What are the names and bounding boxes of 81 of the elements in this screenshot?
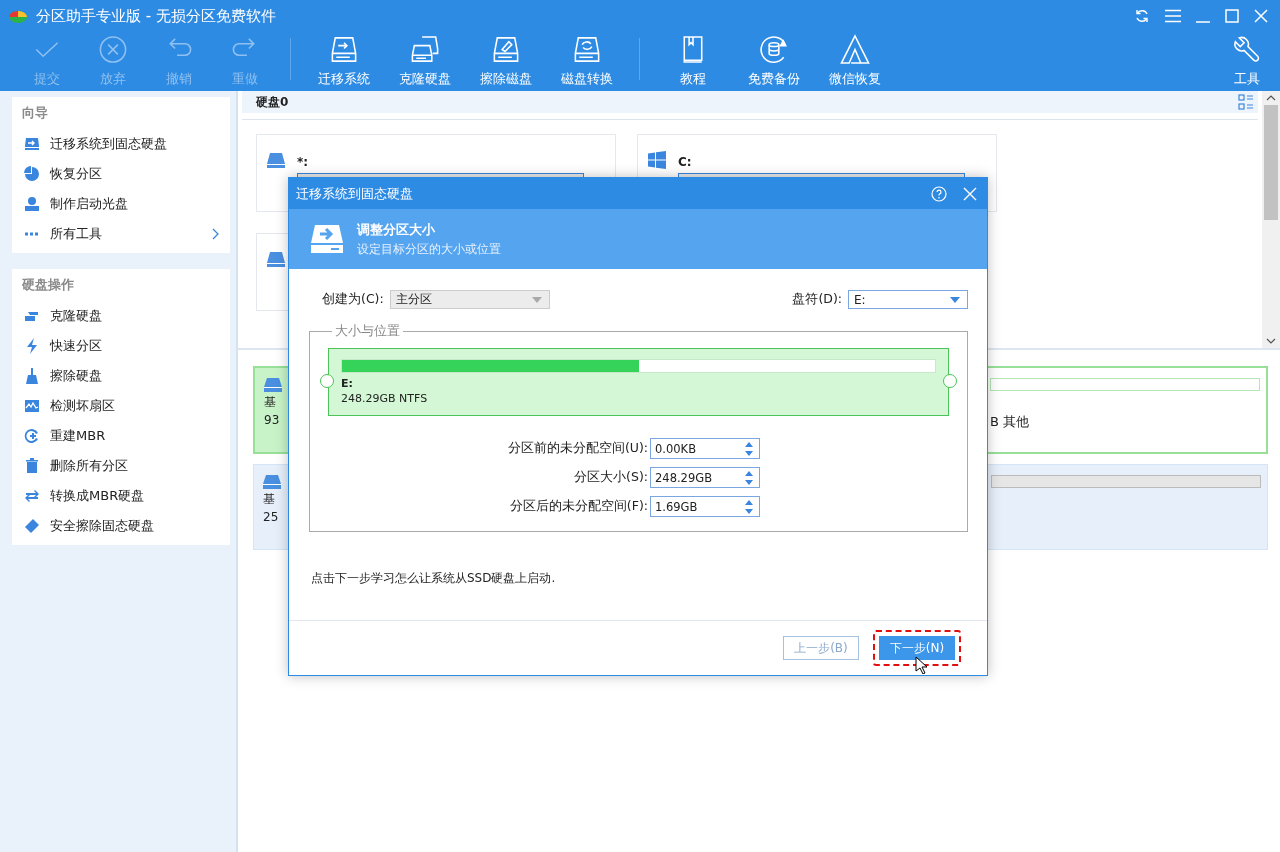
sidebar-item[interactable]: 所有工具 bbox=[12, 219, 230, 249]
menu-icon[interactable] bbox=[1165, 9, 1181, 23]
view-toggle-icon[interactable] bbox=[1238, 94, 1254, 110]
size-spin-field[interactable]: 1.69GB bbox=[650, 496, 760, 517]
sidebar-item[interactable]: 擦除硬盘 bbox=[12, 361, 230, 391]
sidebar-item[interactable]: 迁移系统到固态硬盘 bbox=[12, 129, 230, 159]
lightning-icon bbox=[24, 338, 40, 354]
pie-icon bbox=[24, 166, 40, 182]
convert-icon bbox=[24, 488, 40, 504]
dialog-title: 迁移系统到固态硬盘 bbox=[296, 184, 414, 203]
section-title: 向导 bbox=[21, 104, 49, 122]
field-label: 分区前的未分配空间(U): bbox=[507, 440, 648, 457]
disk-size: 25 bbox=[263, 510, 280, 524]
spin-arrows-icon bbox=[745, 441, 753, 456]
broom-icon bbox=[24, 368, 40, 384]
section-title: 硬盘操作 bbox=[21, 276, 75, 294]
scroll-down-icon[interactable] bbox=[1266, 338, 1276, 344]
dialog-heading: 调整分区大小 bbox=[357, 220, 436, 239]
app-logo-icon bbox=[8, 8, 28, 24]
window-title: 分区助手专业版 - 无损分区免费软件 bbox=[36, 6, 276, 26]
size-spin-field[interactable]: 248.29GB bbox=[650, 467, 760, 488]
disk-arrow-icon bbox=[24, 136, 40, 152]
partition-info: B 其他 bbox=[990, 413, 1031, 431]
sidebar-item[interactable]: 快速分区 bbox=[12, 331, 230, 361]
sidebar-item[interactable]: 克隆硬盘 bbox=[12, 301, 230, 331]
group-label: 大小与位置 bbox=[334, 323, 401, 340]
sidebar-item[interactable]: 检测坏扇区 bbox=[12, 391, 230, 421]
sidebar-item[interactable]: 删除所有分区 bbox=[12, 451, 230, 481]
partition-label: C: bbox=[678, 155, 693, 169]
sidebar-item[interactable]: 安全擦除固态硬盘 bbox=[12, 511, 230, 541]
toolbar-button[interactable]: 微信恢复 bbox=[814, 32, 895, 88]
hint-text: 点击下一步学习怎么让系统从SSD硬盘上启动. bbox=[311, 570, 557, 587]
disk-name: 基 bbox=[263, 491, 276, 508]
refresh-icon[interactable] bbox=[1134, 8, 1150, 24]
dialog-subheading: 设定目标分区的大小或位置 bbox=[357, 240, 501, 258]
triangle-logo-icon bbox=[838, 34, 871, 65]
partition-block[interactable]: E: 248.29GB NTFS bbox=[328, 348, 949, 416]
toolbar-button[interactable]: 克隆硬盘 bbox=[384, 32, 465, 88]
tools-button[interactable]: 工具 bbox=[1214, 32, 1280, 88]
dropdown-arrow-icon bbox=[950, 296, 960, 303]
cancel-icon bbox=[97, 34, 129, 65]
disk-title: 硬盘0 bbox=[256, 93, 289, 111]
resize-handle[interactable] bbox=[943, 374, 957, 388]
help-icon[interactable] bbox=[931, 185, 947, 202]
field-label: 分区后的未分配空间(F): bbox=[509, 498, 648, 515]
sidebar-item[interactable]: 重建MBR bbox=[12, 421, 230, 451]
scrollbar[interactable] bbox=[1262, 91, 1280, 348]
toolbar-button[interactable]: 磁盘转换 bbox=[546, 32, 627, 88]
sidebar-item[interactable]: 恢复分区 bbox=[12, 159, 230, 189]
spin-arrows-icon bbox=[745, 499, 753, 514]
drive-letter-select[interactable]: E: bbox=[848, 290, 968, 309]
close-icon[interactable] bbox=[1254, 9, 1268, 23]
field-label: 分区大小(S): bbox=[574, 469, 648, 486]
waveform-icon bbox=[24, 398, 40, 414]
toolbar-button[interactable]: 擦除磁盘 bbox=[465, 32, 546, 88]
partition-info: 248.29GB NTFS bbox=[341, 392, 429, 405]
spin-arrows-icon bbox=[745, 470, 753, 485]
maximize-icon[interactable] bbox=[1225, 9, 1239, 23]
field-label: 创建为(C): bbox=[322, 291, 384, 308]
dropdown-arrow-icon bbox=[531, 296, 542, 303]
toolbar-button[interactable]: 迁移系统 bbox=[303, 32, 384, 88]
partition-label: *: bbox=[297, 155, 310, 169]
disk-size: 93 bbox=[264, 413, 281, 427]
partition-name: E: bbox=[341, 377, 354, 390]
scroll-up-icon[interactable] bbox=[1266, 95, 1276, 101]
sidebar-item[interactable]: 制作启动光盘 bbox=[12, 189, 230, 219]
refresh-plus-icon bbox=[24, 428, 40, 444]
disc-drive-icon bbox=[24, 196, 40, 212]
disk-name: 基 bbox=[264, 394, 277, 411]
disk-arrow-icon bbox=[311, 225, 343, 253]
field-label: 盘符(D): bbox=[792, 291, 842, 308]
resize-handle[interactable] bbox=[320, 374, 334, 388]
eraser-icon bbox=[24, 518, 40, 534]
scroll-thumb[interactable] bbox=[1264, 105, 1278, 220]
trash-icon bbox=[24, 458, 40, 474]
sidebar-item[interactable]: 转换成MBR硬盘 bbox=[12, 481, 230, 511]
close-icon[interactable] bbox=[963, 186, 977, 201]
windows-logo-icon bbox=[648, 151, 666, 169]
toolbar-button[interactable]: 免费备份 bbox=[733, 32, 814, 88]
size-spin-field[interactable]: 0.00KB bbox=[650, 438, 760, 459]
toolbar-button[interactable]: 教程 bbox=[652, 32, 733, 88]
